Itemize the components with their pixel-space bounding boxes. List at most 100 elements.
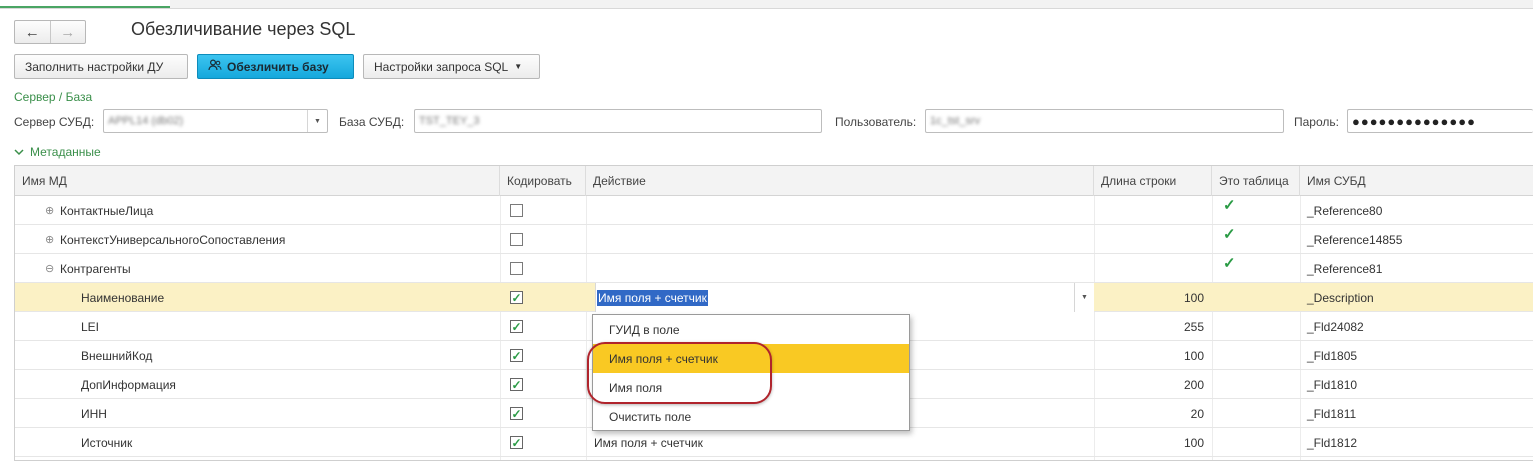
column-header-length[interactable]: Длина строки bbox=[1094, 166, 1212, 196]
check-mark-icon: ✓ bbox=[1223, 254, 1236, 272]
md-name-cell: LEI bbox=[81, 312, 99, 341]
sql-settings-label: Настройки запроса SQL bbox=[374, 59, 509, 74]
db-field[interactable]: TST_TEY_3 bbox=[414, 109, 822, 133]
dbms-name-cell: _Fld1805 bbox=[1307, 348, 1358, 363]
md-name-cell: Источник bbox=[81, 428, 132, 457]
table-row[interactable]: ⊕ КонтактныеЛица ✓ _Reference80 bbox=[15, 196, 1533, 225]
encode-cell: ✓ bbox=[510, 370, 523, 399]
md-name-cell: ⊕ КонтактныеЛица bbox=[45, 196, 153, 225]
encode-checkbox[interactable]: ✓ bbox=[510, 378, 523, 391]
md-name: Источник bbox=[81, 435, 133, 450]
encode-cell bbox=[510, 225, 523, 254]
table-header: Имя МД Кодировать Действие Длина строки … bbox=[15, 166, 1533, 196]
check-mark-icon: ✓ bbox=[1223, 225, 1236, 243]
action-edit-field[interactable]: Имя поля + счетчик ▼ bbox=[595, 283, 1094, 312]
password-value: ●●●●●●●●●●●●●● bbox=[1352, 113, 1476, 129]
metadata-group-title[interactable]: Метаданные bbox=[14, 145, 101, 159]
user-group-icon bbox=[208, 59, 222, 74]
dropdown-option[interactable]: Очистить поле bbox=[593, 402, 909, 431]
table-row[interactable]: Источник ✓ Имя поля + счетчик 100 _Fld1812 bbox=[15, 428, 1533, 457]
server-group-title[interactable]: Сервер / База bbox=[14, 90, 92, 104]
encode-cell: ✓ bbox=[510, 428, 523, 457]
tab-strip bbox=[0, 0, 1533, 9]
sql-settings-button[interactable]: Настройки запроса SQL ▼ bbox=[363, 54, 540, 79]
length-cell: 20 bbox=[1190, 406, 1204, 421]
anonymize-button[interactable]: Обезличить базу bbox=[197, 54, 354, 79]
collapse-icon[interactable]: ⊖ bbox=[45, 262, 54, 275]
expand-icon[interactable]: ⊕ bbox=[45, 233, 54, 246]
column-header-dbms-name[interactable]: Имя СУБД bbox=[1300, 166, 1533, 196]
check-mark-icon: ✓ bbox=[1223, 196, 1236, 214]
dbms-name-cell: _Reference14855 bbox=[1307, 232, 1403, 247]
dropdown-arrow-icon[interactable]: ▼ bbox=[307, 110, 327, 132]
dbms-name-cell: _Fld1811 bbox=[1307, 406, 1357, 421]
column-header-md-name[interactable]: Имя МД bbox=[15, 166, 500, 196]
action-value-selected: Имя поля + счетчик bbox=[597, 289, 708, 306]
md-name: Наименование bbox=[81, 290, 165, 305]
user-label: Пользователь: bbox=[835, 115, 917, 129]
encode-cell bbox=[510, 254, 523, 283]
expand-icon[interactable]: ⊕ bbox=[45, 204, 54, 217]
encode-checkbox[interactable]: ✓ bbox=[510, 407, 523, 420]
dropdown-option[interactable]: ГУИД в поле bbox=[593, 315, 909, 344]
password-field[interactable]: ●●●●●●●●●●●●●● bbox=[1347, 109, 1533, 133]
dropdown-arrow-icon[interactable]: ▼ bbox=[1074, 283, 1094, 312]
table-row[interactable]: ⊕ КонтекстУниверсальногоСопоставления ✓ _Re… bbox=[15, 225, 1533, 254]
encode-checkbox[interactable]: ✓ bbox=[510, 320, 523, 333]
table-row[interactable]: ⊖ Контрагенты ✓ _Reference81 bbox=[15, 254, 1533, 283]
page-title: Обезличивание через SQL bbox=[131, 19, 356, 39]
column-header-encode[interactable]: Кодировать bbox=[500, 166, 586, 196]
md-name-cell: ⊕ КонтекстУниверсальногоСопоставления bbox=[45, 225, 285, 254]
chevron-down-icon bbox=[14, 147, 24, 159]
md-name: КонтекстУниверсальногоСопоставления bbox=[60, 232, 286, 247]
action-dropdown-list: ГУИД в поле Имя поля + счетчик Имя поля … bbox=[592, 314, 910, 431]
server-label: Сервер СУБД: bbox=[14, 115, 95, 129]
encode-cell: ✓ bbox=[510, 283, 523, 312]
md-name: ДопИнформация bbox=[81, 377, 176, 392]
dropdown-option-highlighted[interactable]: Имя поля + счетчик bbox=[593, 344, 909, 373]
length-cell bbox=[1094, 254, 1212, 283]
length-cell: 100 bbox=[1183, 348, 1204, 363]
dropdown-option[interactable]: Имя поля bbox=[593, 373, 909, 402]
md-name: LEI bbox=[81, 319, 100, 334]
action-cell[interactable]: Имя поля + счетчик bbox=[594, 428, 703, 457]
md-name: Контрагенты bbox=[60, 261, 131, 276]
encode-checkbox[interactable] bbox=[510, 233, 523, 246]
caret-down-icon: ▼ bbox=[514, 62, 523, 71]
encode-checkbox[interactable] bbox=[510, 262, 523, 275]
forward-arrow-icon[interactable]: → bbox=[49, 21, 86, 43]
metadata-title-label: Метаданные bbox=[30, 145, 101, 159]
db-value: TST_TEY_3 bbox=[419, 115, 480, 127]
encode-checkbox[interactable]: ✓ bbox=[510, 436, 523, 449]
encode-checkbox[interactable]: ✓ bbox=[510, 291, 523, 304]
md-name-cell: ИНН bbox=[81, 399, 107, 428]
db-label: База СУБД: bbox=[339, 115, 405, 129]
fill-settings-label: Заполнить настройки ДУ bbox=[25, 59, 164, 74]
user-value: 1c_tst_srv bbox=[930, 115, 981, 127]
table-row[interactable]: Наименование ✓ Имя поля + счетчик ▼ 100 _Desc… bbox=[15, 283, 1533, 312]
dbms-name-cell: _Fld1812 bbox=[1307, 435, 1358, 450]
length-cell: 100 bbox=[1183, 435, 1204, 450]
length-cell bbox=[1094, 225, 1212, 254]
md-name-cell: Наименование bbox=[81, 283, 164, 312]
user-field[interactable]: 1c_tst_srv bbox=[925, 109, 1284, 133]
anonymize-label: Обезличить базу bbox=[227, 59, 329, 74]
length-cell: 100 bbox=[1183, 290, 1204, 305]
active-tab[interactable] bbox=[0, 0, 170, 8]
server-field[interactable]: APPL14 (db02) ▼ bbox=[103, 109, 328, 133]
encode-checkbox[interactable] bbox=[510, 204, 523, 217]
nav-buttons: ← → bbox=[14, 20, 86, 44]
md-name-cell: ДопИнформация bbox=[81, 370, 176, 399]
md-name: КонтактныеЛица bbox=[60, 203, 154, 218]
dbms-name-cell: _Fld1810 bbox=[1307, 377, 1358, 392]
dbms-name-cell: _Description bbox=[1307, 290, 1374, 305]
column-header-action[interactable]: Действие bbox=[586, 166, 1094, 196]
encode-cell bbox=[510, 196, 523, 225]
fill-settings-button[interactable]: Заполнить настройки ДУ bbox=[14, 54, 188, 79]
dbms-name-cell: _Fld24082 bbox=[1307, 319, 1364, 334]
back-arrow-icon[interactable]: ← bbox=[15, 21, 50, 43]
encode-checkbox[interactable]: ✓ bbox=[510, 349, 523, 362]
md-name-cell: ⊖ Контрагенты bbox=[45, 254, 131, 283]
server-value: APPL14 (db02) bbox=[108, 115, 184, 127]
length-cell bbox=[1094, 196, 1212, 225]
